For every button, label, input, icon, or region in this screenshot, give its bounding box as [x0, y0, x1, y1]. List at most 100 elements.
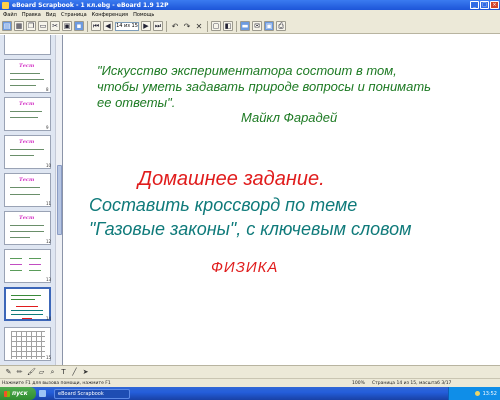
start-button[interactable]: пуск [0, 387, 36, 400]
thumbnail-line [11, 295, 41, 296]
status-zoom: 100% [352, 381, 365, 386]
toolbar: ▤ ▦ ❐ ▭ ✂ ▣ ▪ ⏮ ◀ 14 из 15 ▶ ⏭ ↶ ↷ ✕ ▢ ◧… [0, 19, 500, 34]
prev-page-icon[interactable]: ◀ [103, 21, 113, 31]
toolbar-separator [87, 20, 88, 32]
system-tray: 13:52 [448, 387, 500, 400]
menu-file[interactable]: Файл [3, 12, 17, 18]
marker-icon[interactable]: ✏ [16, 368, 23, 376]
menu-help[interactable]: Помощь [133, 12, 154, 18]
page-thumbnail-13[interactable] [4, 249, 51, 283]
drawing-toolbar: ✎ ✏ 🖌 ▱ ⌕ T ╱ ➤ [0, 365, 500, 378]
brush-icon[interactable]: 🖌 [27, 368, 36, 376]
thumbnail-line [10, 225, 44, 226]
menu-edit[interactable]: Правка [22, 12, 41, 18]
window-title: eBoard Scrapbook - 1 кл.ebg - eBoard 1.9… [12, 1, 169, 9]
page-thumbnail-12[interactable]: Тест [4, 211, 51, 245]
copy-icon[interactable]: ❐ [26, 21, 36, 31]
page-thumbnails-panel: Тест 8 Тест 9 Тест 10 Тест 11 Тест 12 13 [0, 35, 63, 365]
pen-icon[interactable]: ✎ [5, 368, 12, 376]
homework-line-2: "Газовые законы", с ключевым словом [89, 219, 412, 239]
first-page-icon[interactable]: ⏮ [91, 21, 101, 31]
thumbnail-number: 11 [46, 201, 52, 206]
taskbar: пуск eBoard Scrapbook 13:52 [0, 387, 500, 400]
crossword-grid [11, 331, 45, 359]
quote-author: Майкл Фарадей [241, 110, 338, 125]
menu-bar: Файл Правка Вид Страница Конференция Пом… [0, 10, 500, 19]
status-page: Страница 14 из 15, масштаб 3/17 [372, 381, 452, 386]
minimize-button[interactable]: _ [470, 1, 479, 9]
status-hint: Нажмите F1 для вызова помощи, нажмите F1 [2, 381, 111, 386]
thumbnail-title: Тест [19, 101, 35, 107]
toolbar-separator [166, 20, 167, 32]
thumbnail-line [29, 258, 41, 259]
text-tool-icon[interactable]: T [60, 368, 67, 376]
menu-page[interactable]: Страница [61, 12, 87, 18]
homework-line-1: Составить кроссворд по теме [89, 195, 358, 215]
sidebar-scrollbar[interactable] [55, 35, 62, 365]
quote-text: "Искусство экспериментатора состоит в то… [97, 63, 431, 110]
delete-icon[interactable]: ✕ [194, 22, 204, 31]
thumbnail-title: Тест [19, 63, 35, 69]
menu-view[interactable]: Вид [46, 12, 56, 18]
window-controls: _ □ × [470, 1, 499, 9]
page-thumbnail-7[interactable] [4, 35, 51, 55]
thumbnail-line [29, 270, 41, 271]
tray-icon[interactable] [474, 391, 480, 396]
quicklaunch-icon[interactable] [39, 390, 46, 397]
cut-icon[interactable]: ✂ [50, 21, 60, 31]
thumbnail-number: 13 [46, 277, 52, 282]
eraser-icon[interactable]: ▱ [38, 368, 45, 376]
windows-logo-icon [4, 390, 10, 397]
last-page-icon[interactable]: ⏭ [153, 21, 163, 31]
thumbnail-line [10, 73, 40, 74]
page-thumbnail-11[interactable]: Тест [4, 173, 51, 207]
zoom-icon[interactable]: ⌕ [49, 368, 56, 377]
page-thumbnail-14[interactable] [4, 287, 51, 321]
close-button[interactable]: × [490, 1, 499, 9]
thumbnail-line [22, 318, 32, 319]
thumbnail-line [10, 264, 22, 265]
maximize-button[interactable]: □ [480, 1, 489, 9]
thumbnail-line [11, 299, 35, 300]
thumbnail-line [10, 117, 38, 118]
page-icon[interactable]: ▭ [38, 21, 48, 31]
thumbnail-line [10, 187, 40, 188]
page-thumbnail-8[interactable]: Тест [4, 59, 51, 93]
capture-icon[interactable]: ◧ [223, 21, 233, 31]
page-counter[interactable]: 14 из 15 [115, 21, 139, 31]
new-page-icon[interactable]: ▤ [2, 21, 12, 31]
next-page-icon[interactable]: ▶ [141, 21, 151, 31]
mail-icon[interactable]: ✉ [252, 21, 262, 31]
slide-icon[interactable]: ▢ [211, 21, 221, 31]
thumbnail-number: 15 [46, 355, 52, 360]
start-label: пуск [12, 390, 28, 397]
homework-title: Домашнее задание. [138, 168, 325, 190]
thumbnail-line [11, 314, 43, 315]
thumbnail-number: 8 [46, 87, 49, 92]
taskbar-item-eboard[interactable]: eBoard Scrapbook [54, 388, 130, 399]
status-bar: Нажмите F1 для вызова помощи, нажмите F1… [0, 378, 500, 387]
save-icon[interactable]: ▪ [74, 21, 84, 31]
line-tool-icon[interactable]: ╱ [71, 368, 78, 376]
thumbnail-number: 10 [46, 163, 52, 168]
slide-canvas[interactable]: "Искусство экспериментатора состоит в то… [64, 35, 500, 365]
page-thumbnail-15[interactable] [4, 327, 51, 361]
menu-conference[interactable]: Конференция [92, 12, 128, 18]
scrollbar-thumb[interactable] [57, 165, 62, 235]
page-thumbnail-9[interactable]: Тест [4, 97, 51, 131]
grid-icon[interactable]: ▦ [14, 21, 24, 31]
undo-icon[interactable]: ↶ [170, 22, 180, 31]
redo-icon[interactable]: ↷ [182, 22, 192, 31]
present-icon[interactable]: ▣ [264, 21, 274, 31]
print-icon[interactable]: ⎙ [276, 21, 286, 31]
screen-icon[interactable]: ▬ [240, 21, 250, 31]
title-bar: eBoard Scrapbook - 1 кл.ebg - eBoard 1.9… [0, 0, 500, 10]
paste-icon[interactable]: ▣ [62, 21, 72, 31]
pointer-icon[interactable]: ➤ [82, 368, 89, 376]
page-thumbnail-10[interactable]: Тест [4, 135, 51, 169]
thumbnail-line [10, 79, 44, 80]
thumbnail-line [10, 155, 34, 156]
app-icon [2, 1, 9, 9]
thumbnail-line [10, 258, 22, 259]
thumbnail-line [10, 85, 36, 86]
